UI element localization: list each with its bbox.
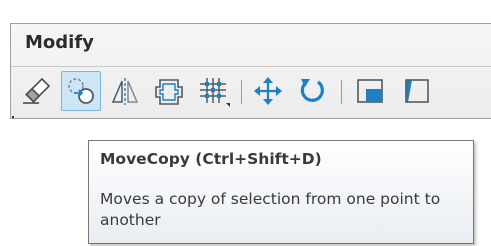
array-button[interactable] — [193, 71, 233, 111]
dropdown-arrow-icon — [226, 103, 230, 107]
move-button[interactable] — [248, 71, 288, 111]
tooltip-description: Moves a copy of selection from one point… — [100, 190, 441, 229]
move-icon — [254, 77, 282, 105]
stretch-button[interactable] — [396, 71, 436, 111]
modify-panel: Modify — [10, 23, 491, 119]
stretch-icon — [405, 79, 429, 103]
scale-button[interactable] — [350, 71, 390, 111]
move-copy-icon — [68, 78, 94, 104]
offset-button[interactable] — [149, 71, 189, 111]
move-copy-button[interactable] — [61, 71, 101, 111]
tooltip-title: MoveCopy (Ctrl+Shift+D) — [100, 150, 322, 168]
mirror-button[interactable] — [105, 71, 145, 111]
scale-icon — [357, 79, 383, 103]
mirror-icon — [111, 78, 139, 105]
grid-array-icon — [200, 78, 230, 107]
toolbar-separator — [241, 80, 242, 104]
eraser-button[interactable] — [17, 71, 57, 111]
rotate-button[interactable] — [292, 71, 332, 111]
modify-toolbar — [11, 66, 491, 120]
toolbar-separator — [341, 80, 342, 104]
rotate-icon — [300, 79, 324, 102]
panel-title: Modify — [25, 32, 94, 53]
panel-dot-marker — [12, 116, 14, 118]
tooltip: MoveCopy (Ctrl+Shift+D) Moves a copy of … — [88, 140, 474, 244]
offset-icon — [155, 79, 183, 105]
eraser-icon — [23, 77, 51, 104]
